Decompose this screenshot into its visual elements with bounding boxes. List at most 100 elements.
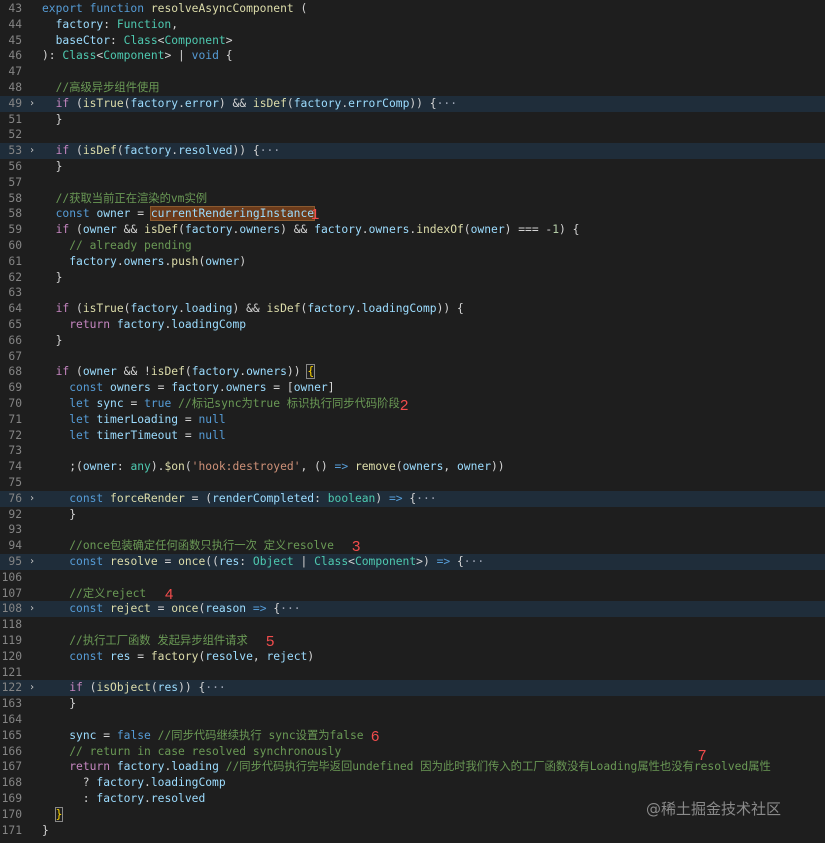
code-editor[interactable]: 43 export function resolveAsyncComponent … (0, 0, 825, 843)
code-line[interactable]: 51 } (0, 112, 825, 128)
code-line[interactable]: 65 return factory.loadingComp (0, 317, 825, 333)
code-token: } (42, 160, 63, 173)
code-line[interactable]: 120 const res = factory(resolve, reject) (0, 649, 825, 665)
code-token: owner (456, 460, 491, 474)
code-line[interactable]: 59 if (owner && isDef(factory.owners) &&… (0, 222, 825, 238)
code-token: factory (69, 254, 117, 268)
code-line[interactable]: 45 baseCtor: Class<Component> (0, 33, 825, 49)
code-line[interactable]: 73 (0, 443, 825, 459)
annotation-1: 1 (311, 206, 320, 223)
code-line[interactable]: 44 factory: Function, (0, 17, 825, 33)
code-line[interactable]: 57 (0, 175, 825, 191)
code-line[interactable]: 69 const owners = factory.owners = [owne… (0, 380, 825, 396)
annotation-7: 7 (698, 747, 707, 764)
code-line[interactable]: 76 › const forceRender = (renderCompleted… (0, 490, 825, 507)
code-line[interactable]: 61 factory.owners.push(owner) (0, 254, 825, 270)
line-number: 45 (8, 33, 22, 47)
code-token: ) && (218, 96, 253, 110)
line-number: 65 (8, 318, 22, 331)
code-line[interactable]: 68 if (owner && !isDef(factory.owners)) … (0, 364, 825, 380)
code-line[interactable]: 95 › const resolve = once((res: Object | … (0, 554, 825, 570)
code-token: . (144, 776, 151, 790)
code-token: forceRender (110, 491, 185, 505)
line-number: 70 (8, 397, 22, 410)
code-line[interactable]: 53 › if (isDef(factory.resolved)) {··· (0, 143, 825, 159)
code-token: ( (184, 365, 192, 379)
line-number: 48 (8, 81, 22, 94)
code-token: //同步代码继续执行 sync设置为false (157, 728, 364, 742)
code-line[interactable]: 62 } (0, 270, 825, 286)
code-line[interactable]: 119 //执行工厂函数 发起异步组件请求 (0, 633, 825, 649)
code-token: ) === - (504, 223, 553, 237)
code-line[interactable]: 58 //获取当前正在渲染的vm实例 (0, 191, 825, 207)
code-line[interactable]: 108 › const reject = once(reason => {··· (0, 601, 825, 618)
code-line[interactable]: 64 if (isTrue(factory.loading) && isDef(… (0, 301, 825, 317)
code-line[interactable]: 165 sync = false //同步代码继续执行 sync设置为false (0, 728, 825, 744)
code-line[interactable]: 71 let timerLoading = null (0, 412, 825, 428)
code-line[interactable]: 58 const owner = currentRenderingInstanc… (0, 206, 825, 222)
code-line[interactable]: 46): Class<Component> | void { (0, 48, 825, 64)
code-line[interactable]: 60 // already pending (0, 238, 825, 254)
code-line[interactable]: 48 //高级异步组件使用 (0, 80, 825, 96)
code-line[interactable]: 92 } (0, 507, 825, 523)
fold-chevron-icon[interactable]: › (29, 601, 39, 617)
code-text: if (owner && !isDef(factory.owners)) { (42, 364, 316, 380)
fold-chevron-icon[interactable]: › (29, 96, 39, 112)
fold-chevron-icon[interactable]: › (29, 554, 39, 570)
code-line[interactable]: 106 (0, 570, 825, 586)
code-line[interactable]: 163 } (0, 696, 825, 712)
code-line[interactable]: 164 (0, 712, 825, 728)
code-line[interactable]: 63 (0, 285, 825, 301)
code-token: { (402, 491, 417, 505)
code-line[interactable]: 47 (0, 64, 825, 80)
code-line[interactable]: 74 ;(owner: any).$on('hook:destroyed', (… (0, 459, 825, 475)
code-line[interactable]: 94 //once包装确定任何函数只执行一次 定义resolve (0, 538, 825, 554)
line-number: 51 (8, 112, 22, 126)
code-text: let timerTimeout = null (42, 428, 225, 444)
line-number: 59 (8, 223, 22, 237)
code-line[interactable]: 118 (0, 617, 825, 633)
code-line[interactable]: 72 let timerTimeout = null (0, 428, 825, 444)
code-token: ] (327, 381, 335, 395)
line-number: 107 (1, 586, 22, 600)
code-token: ( (116, 144, 124, 158)
code-text: factory: Function, (42, 17, 178, 33)
code-line[interactable]: 43 export function resolveAsyncComponent … (0, 1, 825, 17)
code-token: factory (55, 17, 104, 31)
line-number: 74 (8, 460, 22, 474)
code-line[interactable]: 168 ? factory.loadingComp (0, 775, 825, 791)
code-token: boolean (327, 491, 376, 505)
code-line[interactable]: 121 (0, 665, 825, 681)
code-token: => (334, 460, 349, 474)
fold-chevron-icon[interactable]: › (29, 143, 39, 159)
line-number: 69 (8, 381, 22, 395)
code-line[interactable]: 75 (0, 475, 825, 491)
code-line[interactable]: 52 (0, 127, 825, 143)
code-token: , () (300, 460, 335, 474)
line-number: 49 (8, 96, 22, 110)
code-token: any (130, 460, 151, 474)
code-token: Class (123, 33, 158, 47)
code-line[interactable]: 67 (0, 349, 825, 365)
code-token: timerLoading (96, 412, 179, 426)
code-line[interactable]: 70 let sync = true //标记sync为true 标识执行同步代… (0, 396, 825, 412)
line-number: 52 (8, 128, 22, 142)
fold-chevron-icon[interactable]: › (29, 491, 39, 507)
code-line[interactable]: 66 } (0, 333, 825, 349)
code-token: owners (123, 254, 165, 268)
code-line[interactable]: 122 › if (isObject(res)) {··· (0, 680, 825, 697)
fold-chevron-icon[interactable]: › (29, 680, 39, 696)
code-token: owner (82, 223, 117, 237)
code-token: ( (150, 681, 158, 695)
code-line[interactable]: 93 (0, 522, 825, 538)
code-token: owner (205, 254, 240, 268)
code-token: Component (103, 49, 165, 63)
code-line[interactable]: 171} (0, 823, 825, 839)
code-token: //高级异步组件使用 (55, 81, 160, 94)
code-line[interactable]: 107 //定义reject (0, 586, 825, 602)
code-line[interactable]: 49 › if (isTrue(factory.error) && isDef(f… (0, 95, 825, 112)
code-line[interactable]: 56 } (0, 159, 825, 175)
code-token: //同步代码执行完毕返回undefined 因为此时我们传入的工厂函数没有Loa… (225, 760, 771, 774)
code-token: } (54, 806, 64, 822)
